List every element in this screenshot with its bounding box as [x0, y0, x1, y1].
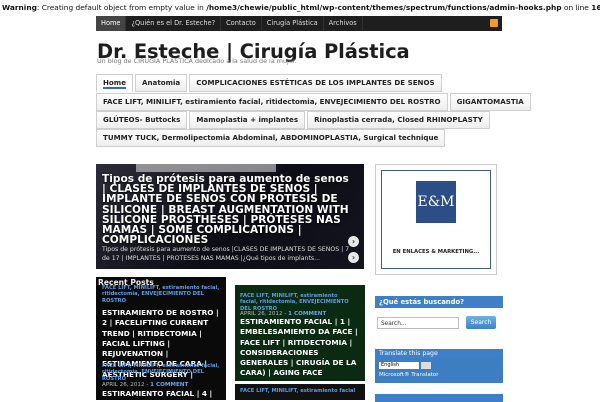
- post-card[interactable]: FACE LIFT, MINILIFT, estiramiento facial…: [235, 285, 365, 381]
- main-navigation: Home Anatomia COMPLICACIONES ESTÉTICAS D…: [96, 74, 531, 148]
- post-card[interactable]: FACE LIFT, MINILIFT, estiramiento facial…: [96, 277, 226, 400]
- topnav-plastic-surgery[interactable]: Cirugía Plástica: [262, 16, 324, 31]
- translate-widget: English Microsoft® Translator: [375, 359, 503, 383]
- mainnav-row: FACE LIFT, MINILIFT, estiramiento facial…: [96, 93, 533, 111]
- mainnav-row: Home Anatomia COMPLICACIONES ESTÉTICAS D…: [96, 74, 444, 92]
- php-warning: Warning: Creating default object from em…: [0, 0, 600, 16]
- mainnav-mamoplastia[interactable]: Mamoplastia + implantes: [189, 111, 306, 129]
- post-title[interactable]: ESTIRAMIENTO FACIAL | 4 |: [102, 389, 224, 399]
- slider-title[interactable]: Tipos de prótesis para aumento de senos …: [102, 174, 352, 246]
- mainnav-anatomia[interactable]: Anatomia: [135, 74, 188, 92]
- slider-next-icon[interactable]: ›: [348, 236, 359, 247]
- translate-widget-heading: Translate this page: [375, 349, 503, 359]
- translator-provider: Microsoft® Translator: [379, 372, 439, 378]
- search-widget-heading: ¿Qué estás buscando?: [375, 296, 503, 308]
- warning-label: Warning: [2, 3, 37, 12]
- post-comments-link[interactable]: 1 COMMENT: [150, 382, 188, 388]
- slider-image-highlight: [136, 164, 276, 172]
- warning-line-number: 160: [591, 3, 600, 12]
- language-select[interactable]: English: [379, 362, 419, 369]
- mainnav-home-label: Home: [103, 78, 127, 89]
- featured-slider[interactable]: Tipos de prótesis para aumento de senos …: [96, 164, 364, 269]
- top-navigation: Home ¿Quién es el Dr. Esteche? Contacto …: [96, 16, 502, 31]
- topnav-contact[interactable]: Contacto: [221, 16, 262, 31]
- recent-posts-heading: Recent Posts: [98, 278, 154, 287]
- advertisement-banner[interactable]: E&M EN ENLACES & MARKETING...: [375, 164, 497, 275]
- post-title[interactable]: ESTIRAMIENTO FACIAL | 1 | EMBELESAMIENTO…: [240, 317, 364, 379]
- search-button[interactable]: Search: [466, 316, 496, 329]
- topnav-archives[interactable]: Archivos: [324, 16, 363, 31]
- mainnav-row: GLÚTEOS- Buttocks Mamoplastia + implante…: [96, 111, 492, 129]
- mainnav-gluteos[interactable]: GLÚTEOS- Buttocks: [96, 111, 188, 129]
- slider-excerpt: Tipos de prótesis para aumento de senos …: [102, 246, 350, 262]
- mainnav-face-lift[interactable]: FACE LIFT, MINILIFT, estiramiento facial…: [96, 93, 448, 111]
- ad-logo: E&M: [416, 181, 456, 223]
- ad-frame: E&M EN ENLACES & MARKETING...: [381, 170, 491, 269]
- warning-text-line: on line: [561, 3, 592, 12]
- post-meta[interactable]: FACE LIFT, MINILIFT, estiramiento facial…: [102, 363, 222, 382]
- site-tagline: Un blog de CIRUGIA PLASTICA dedicado a l…: [97, 57, 297, 65]
- ad-caption: EN ENLACES & MARKETING...: [392, 249, 480, 255]
- post-date: APRIL 26, 2012 - 1 COMMENT: [102, 382, 189, 388]
- search-input[interactable]: Search...: [377, 317, 459, 329]
- post-card[interactable]: FACE LIFT, MINILIFT, estiramiento facial: [235, 384, 365, 400]
- mainnav-gigantomastia[interactable]: GIGANTOMASTIA: [449, 93, 531, 111]
- mainnav-home[interactable]: Home: [96, 74, 134, 92]
- mainnav-row: TUMMY TUCK, Dermolipectomia Abdominal, A…: [96, 129, 447, 147]
- post-meta[interactable]: FACE LIFT, MINILIFT, estiramiento facial…: [102, 285, 222, 304]
- warning-text: : Creating default object from empty val…: [36, 3, 207, 12]
- mainnav-tummy-tuck[interactable]: TUMMY TUCK, Dermolipectomia Abdominal, A…: [96, 129, 446, 147]
- post-meta[interactable]: FACE LIFT, MINILIFT, estiramiento facial: [240, 388, 360, 394]
- warning-path: /home3/chewie/public_html/wp-content/the…: [206, 3, 562, 12]
- slider-next-small-icon[interactable]: ›: [348, 252, 359, 263]
- rss-icon[interactable]: [490, 19, 498, 27]
- mainnav-complicaciones[interactable]: COMPLICACIONES ESTÉTICAS DE LOS IMPLANTE…: [189, 74, 442, 92]
- mainnav-rinoplastia[interactable]: Rinoplastia cerrada, Closed RHINOPLASTY: [307, 111, 490, 129]
- topnav-about[interactable]: ¿Quién es el Dr. Esteche?: [126, 16, 222, 31]
- topnav-home[interactable]: Home: [96, 16, 127, 31]
- sidebar-widget-partial: [375, 394, 503, 402]
- translate-go-button[interactable]: [421, 362, 431, 369]
- post-date-text: APRIL 26, 2012: [102, 382, 145, 388]
